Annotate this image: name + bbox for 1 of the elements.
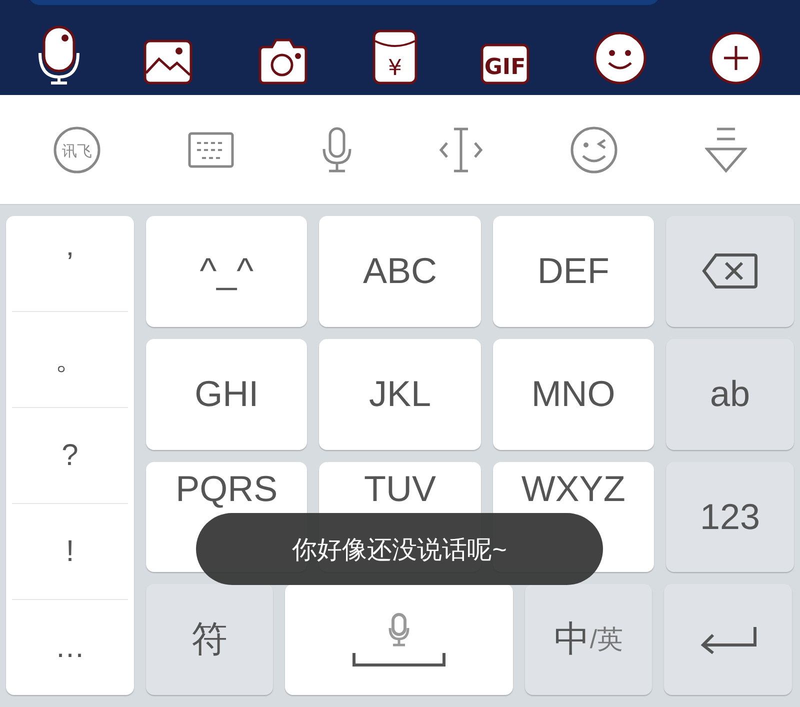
message-toast: 你好像还没说话呢~: [196, 513, 603, 585]
